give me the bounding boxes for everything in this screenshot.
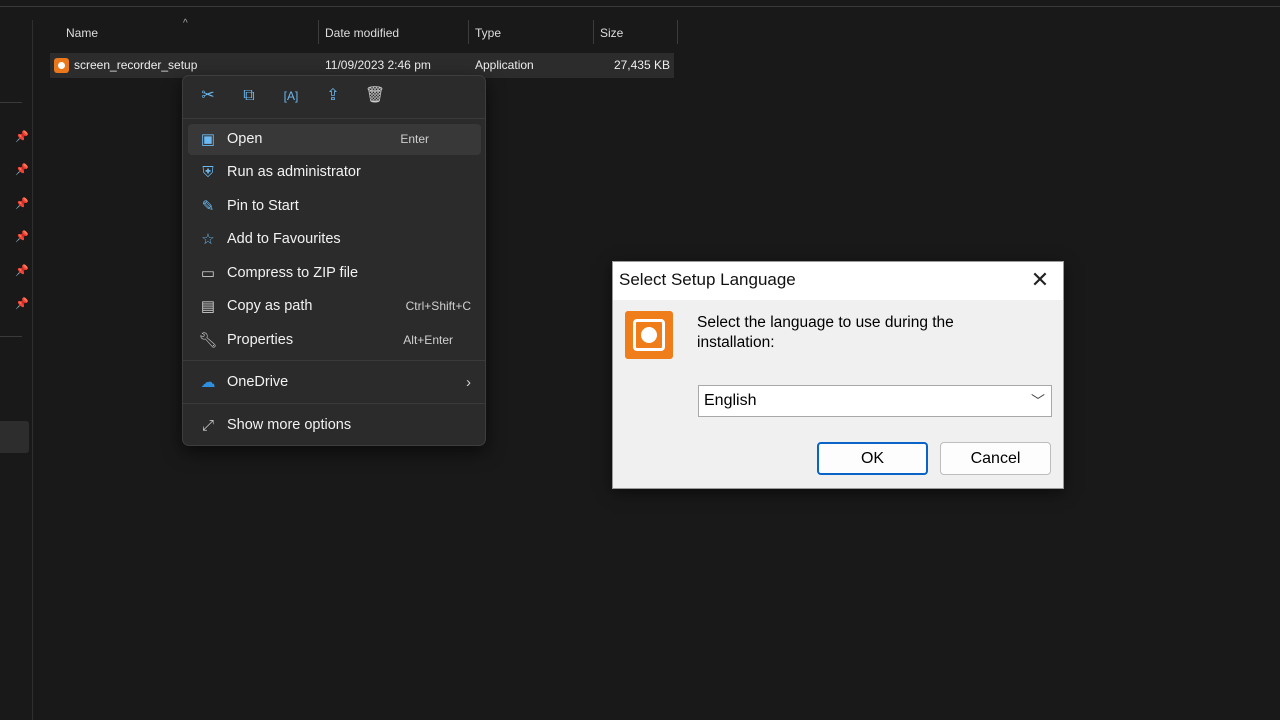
divider [0,336,22,337]
more-icon: ⤢ [201,417,214,434]
column-header-date[interactable]: Date modified [325,21,399,45]
path-icon: ▤ [200,298,216,315]
column-header-size[interactable]: Size [600,21,623,45]
menu-label: Compress to ZIP file [227,265,359,281]
column-header-type[interactable]: Type [475,21,501,45]
file-name: screen_recorder_setup [74,58,198,72]
language-select[interactable]: English ﹀ [698,385,1052,417]
menu-item-compress-zip[interactable]: ▭ Compress to ZIP file [188,258,481,289]
menu-label: Properties [227,332,294,348]
column-divider[interactable] [677,20,678,44]
pin-icon[interactable]: 📌 [15,130,29,143]
close-icon[interactable]: ✕ [1027,266,1053,294]
wrench-icon: 🔧︎ [198,332,218,349]
pin-icon[interactable]: 📌 [15,264,29,277]
cancel-button[interactable]: Cancel [940,442,1051,475]
app-icon [625,311,673,359]
divider [0,102,22,103]
pin-icon[interactable]: 📌 [15,297,29,310]
cloud-icon: ☁ [200,374,216,391]
menu-shortcut: Alt+Enter [403,333,453,347]
open-icon: ▣ [200,131,216,148]
column-header-name[interactable]: Name [66,21,316,45]
menu-item-pin-to-start[interactable]: ✎ Pin to Start [188,191,481,222]
pin-icon[interactable]: 📌 [15,197,29,210]
ok-button[interactable]: OK [817,442,928,475]
chevron-down-icon: ﹀ [1031,393,1045,409]
column-divider[interactable] [593,20,594,44]
chevron-right-icon: › [466,374,471,391]
dialog-title: Select Setup Language [619,270,796,289]
app-file-icon [54,58,69,73]
pin-icon: ✎ [201,198,215,215]
menu-item-properties[interactable]: 🔧︎ Properties Alt+Enter [188,325,481,356]
pin-icon[interactable]: 📌 [15,230,29,243]
column-divider[interactable] [318,20,319,44]
cut-icon[interactable]: ✂ [196,84,220,108]
menu-label: Run as administrator [227,164,361,180]
setup-language-dialog: Select Setup Language ✕ Select the langu… [612,261,1064,489]
menu-item-copy-as-path[interactable]: ▤ Copy as path Ctrl+Shift+C [188,291,481,322]
menu-item-run-as-admin[interactable]: ⛨ Run as administrator [188,157,481,188]
menu-item-open[interactable]: ▣ Open Enter [188,124,481,155]
menu-label: Copy as path [227,298,313,314]
window-border [0,6,1280,7]
menu-item-onedrive[interactable]: ☁ OneDrive › [188,367,481,398]
menu-label: OneDrive [227,374,289,390]
dialog-titlebar: Select Setup Language ✕ [613,262,1063,300]
file-size: 27,435 KB [613,58,670,72]
menu-label: Pin to Start [227,198,299,214]
navigation-pane: 📌 📌 📌 📌 📌 📌 [0,20,33,720]
context-menu: ✂ ⧉ [A] ⇪ 🗑 ▣ Open Enter ⛨ Run as administr… [182,75,486,446]
menu-shortcut: Enter [400,132,429,146]
share-icon[interactable]: ⇪ [321,84,345,108]
menu-label: Add to Favourites [227,231,341,247]
zip-icon: ▭ [200,265,216,282]
copy-icon[interactable]: ⧉ [237,84,261,108]
sort-ascending-icon: ^ [183,18,188,29]
delete-icon[interactable]: 🗑 [363,84,387,108]
menu-label: Open [227,131,263,147]
menu-item-show-more-options[interactable]: ⤢ Show more options [188,410,481,441]
menu-label: Show more options [227,417,352,433]
menu-shortcut: Ctrl+Shift+C [405,299,471,313]
language-value: English [704,392,757,409]
star-icon: ☆ [201,231,215,248]
nav-item-selected[interactable] [0,421,29,453]
divider [183,360,485,361]
context-toolbar: ✂ ⧉ [A] ⇪ 🗑 [183,76,485,116]
column-divider[interactable] [468,20,469,44]
divider [183,118,485,119]
dialog-prompt: Select the language to use during the in… [697,314,954,351]
menu-item-add-to-favourites[interactable]: ☆ Add to Favourites [188,224,481,255]
divider [183,403,485,404]
pin-icon[interactable]: 📌 [15,163,29,176]
rename-icon[interactable]: [A] [279,84,303,108]
shield-icon: ⛨ [202,164,214,181]
file-type: Application [475,58,534,72]
